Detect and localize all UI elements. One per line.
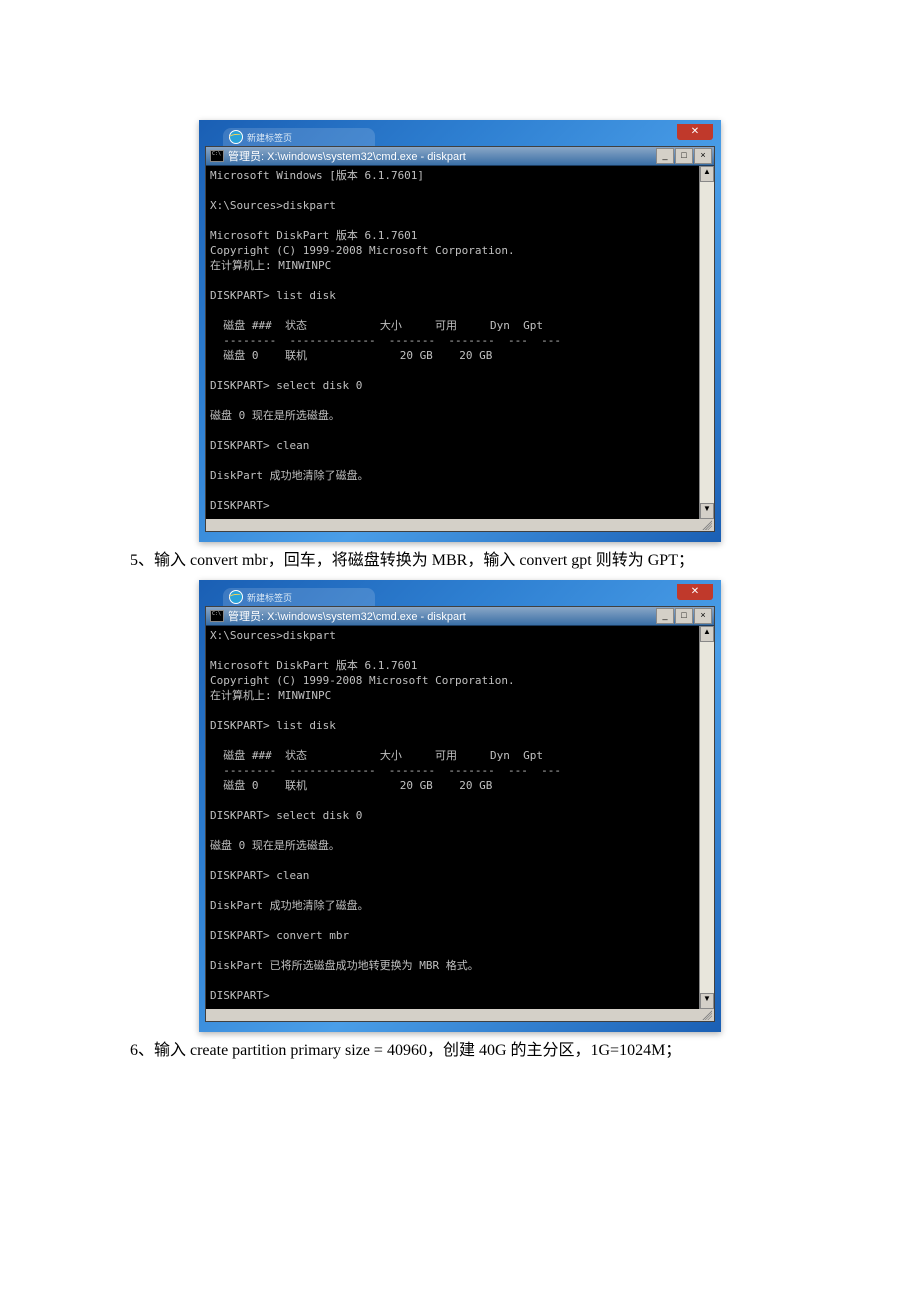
cmd-title-text: 管理员: X:\windows\system32\cmd.exe - diskp… (228, 148, 466, 164)
outer-window-chrome: ✕ 新建标签页 (205, 586, 715, 606)
minimize-button[interactable]: _ (656, 608, 674, 624)
cmd-title-text: 管理员: X:\windows\system32\cmd.exe - diskp… (228, 608, 466, 624)
close-button[interactable]: × (694, 608, 712, 624)
statusbar (206, 519, 714, 531)
ie-icon (229, 590, 243, 604)
cmd-titlebar[interactable]: 管理员: X:\windows\system32\cmd.exe - diskp… (206, 147, 714, 166)
resize-grip[interactable] (698, 1010, 712, 1020)
screenshot-2: ✕ 新建标签页 管理员: X:\windows\system32\cmd.exe… (199, 580, 721, 1032)
scroll-up-button[interactable]: ▲ (700, 626, 714, 642)
maximize-button[interactable]: □ (675, 148, 693, 164)
cmd-window-1: 管理员: X:\windows\system32\cmd.exe - diskp… (205, 146, 715, 532)
cmd-icon (210, 610, 224, 622)
step-6-text: 6、输入 create partition primary size = 409… (130, 1040, 790, 1062)
outer-window-chrome: ✕ 新建标签页 (205, 126, 715, 146)
browser-tab[interactable]: 新建标签页 (223, 588, 375, 606)
scroll-up-button[interactable]: ▲ (700, 166, 714, 182)
screenshot-1: ✕ 新建标签页 管理员: X:\windows\system32\cmd.exe… (199, 120, 721, 542)
scroll-down-button[interactable]: ▼ (700, 503, 714, 519)
cmd-icon (210, 150, 224, 162)
maximize-button[interactable]: □ (675, 608, 693, 624)
browser-tab[interactable]: 新建标签页 (223, 128, 375, 146)
ie-icon (229, 130, 243, 144)
step-5-text: 5、输入 convert mbr，回车，将磁盘转换为 MBR，输入 conver… (130, 550, 790, 572)
cmd-window-2: 管理员: X:\windows\system32\cmd.exe - diskp… (205, 606, 715, 1022)
terminal-output-1[interactable]: Microsoft Windows [版本 6.1.7601] X:\Sourc… (206, 166, 699, 519)
browser-tab-label: 新建标签页 (247, 591, 292, 604)
statusbar (206, 1009, 714, 1021)
resize-grip[interactable] (698, 520, 712, 530)
outer-close-button[interactable]: ✕ (677, 124, 713, 140)
browser-tab-label: 新建标签页 (247, 131, 292, 144)
scrollbar[interactable]: ▲ ▼ (699, 626, 714, 1009)
terminal-output-2[interactable]: X:\Sources>diskpart Microsoft DiskPart 版… (206, 626, 699, 1009)
outer-close-button[interactable]: ✕ (677, 584, 713, 600)
scrollbar[interactable]: ▲ ▼ (699, 166, 714, 519)
minimize-button[interactable]: _ (656, 148, 674, 164)
document-page: ✕ 新建标签页 管理员: X:\windows\system32\cmd.exe… (0, 0, 920, 1110)
scroll-track[interactable] (700, 182, 714, 503)
scroll-track[interactable] (700, 642, 714, 993)
scroll-down-button[interactable]: ▼ (700, 993, 714, 1009)
cmd-titlebar[interactable]: 管理员: X:\windows\system32\cmd.exe - diskp… (206, 607, 714, 626)
close-button[interactable]: × (694, 148, 712, 164)
